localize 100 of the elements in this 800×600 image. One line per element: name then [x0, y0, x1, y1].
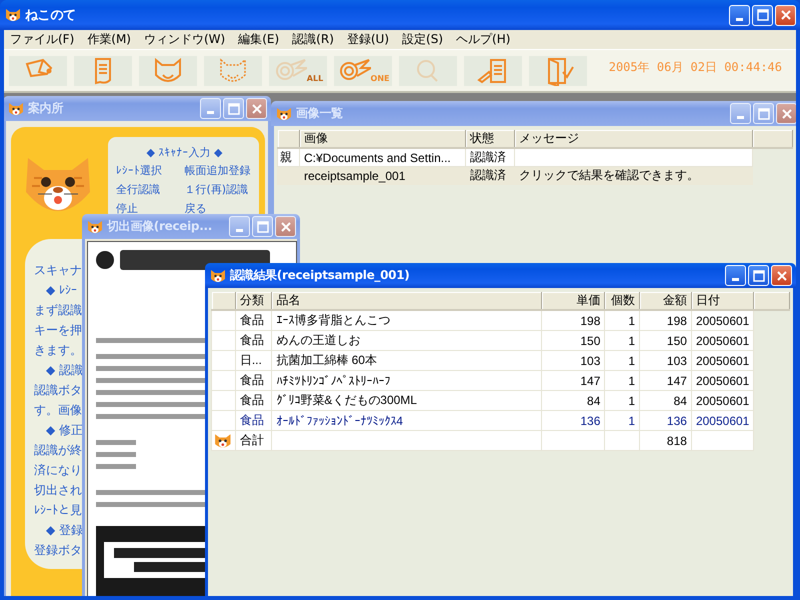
table-cell: 198: [640, 310, 692, 330]
table-cell: 食品: [235, 390, 272, 410]
table-cell: 136: [640, 410, 692, 430]
menu-link[interactable]: 帳面追加登録: [184, 163, 253, 179]
menu-link[interactable]: １行(再)認識: [184, 182, 253, 198]
table-cell: 1: [604, 370, 640, 390]
minimize-icon: [737, 116, 744, 119]
menu-item[interactable]: 編集(E): [238, 31, 280, 48]
table-cell: 20050601: [691, 370, 754, 390]
window-title: 切出画像(receip...: [107, 218, 213, 235]
help-text: ﾚｼｰﾄと見: [34, 502, 82, 519]
menu-item[interactable]: 認識(R): [292, 31, 334, 48]
column-header[interactable]: 状態: [466, 130, 514, 148]
help-text: 認識ボタ: [34, 382, 82, 399]
column-header[interactable]: 品名: [272, 292, 542, 310]
help-text: キーを押: [34, 322, 82, 339]
toolbar-button[interactable]: [204, 56, 262, 86]
table-cell: 136: [542, 410, 605, 430]
table-cell: ﾊﾁﾐﾂﾄﾘﾝｺﾞﾉﾍﾟｽﾄﾘｰﾊｰﾌ: [272, 370, 542, 390]
menu-link[interactable]: 戻る: [184, 201, 253, 217]
table-cell: 103: [542, 350, 605, 370]
table-cell: 食品: [235, 410, 272, 430]
table-cell: 103: [640, 350, 692, 370]
column-header[interactable]: 単価: [542, 292, 605, 310]
toolbar-button[interactable]: [139, 56, 197, 86]
date-time: 2005年 06月 02日 00:44:46: [608, 59, 782, 76]
table-cell: 84: [640, 390, 692, 410]
table-row[interactable]: 食品 めんの王道しお 150 1 150 20050601: [212, 330, 790, 350]
maximize-icon: [228, 102, 240, 114]
toolbar-button[interactable]: [529, 56, 587, 86]
help-text: 認識が終: [34, 442, 82, 459]
toolbar-button[interactable]: [464, 56, 522, 86]
minimize-icon: [236, 229, 243, 232]
table-row[interactable]: 食品 ｸﾞﾘｺ野菜&くだもの300ML 84 1 84 20050601: [212, 390, 790, 410]
table-row[interactable]: 食品 ｴｰｽ博多背脂とんこつ 198 1 198 20050601: [212, 310, 790, 330]
table-cell: 150: [542, 330, 605, 350]
maximize-icon: [756, 9, 768, 21]
table-cell: 147: [640, 370, 692, 390]
help-text: ◆ 修正: [45, 422, 84, 439]
minimize-icon: [732, 278, 739, 281]
close-icon: [780, 108, 792, 120]
column-header[interactable]: 画像: [300, 130, 466, 148]
menu-link[interactable]: ﾚｼｰﾄ選択: [116, 163, 184, 179]
table-row[interactable]: 日... 抗菌加工綿棒 60本 103 1 103 20050601: [212, 350, 790, 370]
table-cell: 20050601: [691, 350, 754, 370]
table-cell: ｸﾞﾘｺ野菜&くだもの300ML: [272, 390, 542, 410]
maximize-icon: [758, 108, 770, 120]
help-text: ◆ ﾚｼｰ: [45, 282, 78, 299]
table-cell: 1: [604, 410, 640, 430]
close-button[interactable]: [275, 216, 296, 237]
help-text: 済になり: [34, 462, 82, 479]
cat-icon: [8, 100, 24, 116]
table-cell: 198: [542, 310, 605, 330]
menu-item[interactable]: 登録(U): [346, 31, 390, 48]
menu-item[interactable]: ファイル(F): [10, 31, 74, 48]
table-row[interactable]: 食品 ｵｰﾙﾄﾞﾌｧｯｼｮﾝﾄﾞｰﾅﾂﾐｯｸｽ4 136 1 136 20050601: [212, 410, 790, 430]
cat-icon: [214, 432, 232, 450]
table-cell: クリックで結果を確認できます。: [514, 166, 752, 184]
table-cell: ｴｰｽ博多背脂とんこつ: [272, 310, 542, 330]
window-title: 画像一覧: [296, 105, 344, 122]
close-icon: [280, 220, 292, 232]
maximize-icon: [752, 270, 764, 282]
menu-link[interactable]: 停止: [116, 201, 184, 217]
help-text: スキャナ: [34, 262, 82, 279]
menu-item[interactable]: 作業(M): [87, 31, 131, 48]
table-cell: 食品: [235, 370, 272, 390]
menu-item[interactable]: ヘルプ(H): [456, 31, 510, 48]
table-cell: 84: [542, 390, 605, 410]
table-cell: 20050601: [691, 410, 754, 430]
column-header[interactable]: 分類: [235, 292, 272, 310]
table-cell: 認識済: [466, 166, 514, 184]
close-button[interactable]: [246, 98, 267, 119]
toolbar-button[interactable]: [9, 56, 67, 86]
help-text: ◆ 認識: [45, 362, 84, 379]
help-text: ◆ 登録: [45, 522, 84, 539]
menu-heading: ◆ ｽｷｬﾅｰ入力 ◆: [146, 145, 224, 161]
column-header[interactable]: 個数: [604, 292, 640, 310]
table-cell: 1: [604, 330, 640, 350]
menu-item[interactable]: ウィンドウ(W): [144, 31, 226, 48]
table-cell: ｵｰﾙﾄﾞﾌｧｯｼｮﾝﾄﾞｰﾅﾂﾐｯｸｽ4: [272, 410, 542, 430]
table-cell: 20050601: [691, 330, 754, 350]
table-row[interactable]: 親 C:¥Documents and Settin... 認識済: [278, 148, 792, 166]
close-button[interactable]: [776, 103, 796, 124]
menu-link[interactable]: 全行認識: [116, 182, 184, 198]
close-icon: [780, 9, 792, 21]
table-cell: 合計: [235, 430, 272, 450]
table-cell: C:¥Documents and Settin...: [300, 148, 466, 166]
table-row[interactable]: receiptsample_001 認識済 クリックで結果を確認できます。: [278, 166, 792, 184]
maximize-icon: [256, 220, 268, 232]
table-cell: 抗菌加工綿棒 60本: [272, 350, 542, 370]
window-title: ねこのて: [25, 7, 77, 24]
column-header[interactable]: 日付: [691, 292, 754, 310]
table-cell: 147: [542, 370, 605, 390]
menu-item[interactable]: 設定(S): [402, 31, 444, 48]
toolbar-button[interactable]: [74, 56, 132, 86]
column-header[interactable]: メッセージ: [514, 130, 752, 148]
help-text: 登録ボタ: [34, 542, 82, 559]
table-row[interactable]: 食品 ﾊﾁﾐﾂﾄﾘﾝｺﾞﾉﾍﾟｽﾄﾘｰﾊｰﾌ 147 1 147 20050601: [212, 370, 790, 390]
column-header[interactable]: 金額: [640, 292, 692, 310]
row-marker: 親: [280, 150, 292, 164]
